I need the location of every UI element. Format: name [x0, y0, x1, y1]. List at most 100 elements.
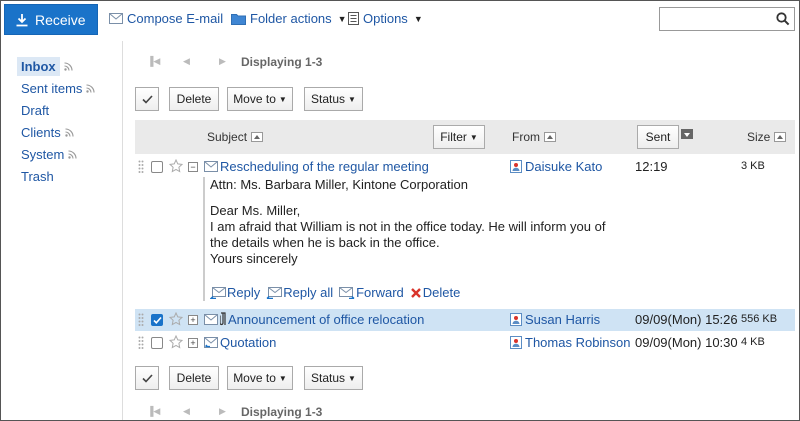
select-all-button[interactable] [135, 366, 159, 390]
forward-link[interactable]: Forward [339, 285, 404, 300]
reply-all-label[interactable]: Reply all [283, 285, 333, 300]
sort-asc-icon[interactable] [544, 132, 556, 142]
checkmark-icon [141, 94, 153, 104]
filter-button[interactable]: Filter ▼ [433, 125, 485, 149]
star-icon[interactable] [169, 312, 183, 326]
delete-x-icon [410, 287, 421, 298]
from-column-header[interactable]: From [512, 130, 556, 144]
table-row[interactable]: − Rescheduling of the regular meeting Da… [135, 156, 795, 178]
star-icon[interactable] [169, 335, 183, 349]
subject-column-header[interactable]: Subject [207, 130, 264, 144]
receive-button[interactable]: Receive [4, 4, 98, 35]
mail-sender[interactable]: Susan Harris [510, 312, 600, 327]
envelope-icon [204, 161, 218, 172]
sent-label: Sent [645, 130, 671, 144]
select-all-button[interactable] [135, 87, 159, 111]
delete-link[interactable]: Delete [410, 285, 461, 300]
reply-label[interactable]: Reply [227, 285, 260, 300]
sort-asc-icon[interactable] [774, 132, 787, 142]
move-to-button[interactable]: Move to ▼ [227, 87, 293, 111]
sent-sort-toggle[interactable] [681, 129, 693, 139]
collapse-toggle[interactable]: − [188, 162, 198, 172]
search-input[interactable] [660, 8, 772, 30]
pager-label: Displaying 1-3 [241, 55, 323, 69]
row-checkbox[interactable] [151, 337, 163, 349]
first-page-icon[interactable]: ▐◀ [147, 56, 183, 67]
status-button[interactable]: Status ▼ [304, 366, 363, 390]
chevron-down-icon: ▼ [348, 373, 356, 383]
mail-preview: Attn: Ms. Barbara Miller, Kintone Corpor… [203, 177, 605, 301]
mail-size: 556 KB [741, 313, 778, 325]
sidebar-item-trash[interactable]: Trash [21, 169, 54, 184]
sidebar-item-inbox[interactable]: Inbox [17, 57, 73, 76]
row-checkbox[interactable] [151, 314, 163, 326]
folder-sidebar: Inbox Sent items Draft Clients System Tr… [1, 41, 123, 420]
mail-size: 3 KB [741, 160, 765, 172]
search-icon[interactable] [776, 12, 790, 26]
reply-link[interactable]: Reply [210, 285, 260, 300]
sent-date: 09/09(Mon) 10:30 [635, 335, 738, 350]
sidebar-item-system[interactable]: System [21, 147, 77, 162]
expand-toggle[interactable]: + [188, 338, 198, 348]
drag-handle-icon[interactable] [138, 313, 144, 326]
top-toolbar: Receive Compose E-mail Folder actions ▼ … [1, 1, 799, 37]
delete-label: Delete [176, 371, 212, 385]
forward-icon [339, 286, 355, 299]
folder-actions-menu[interactable]: Folder actions ▼ [231, 11, 347, 26]
drag-handle-icon[interactable] [138, 336, 144, 349]
sidebar-item-clients[interactable]: Clients [21, 125, 74, 140]
compose-email-button[interactable]: Compose E-mail [109, 11, 223, 26]
drag-handle-icon[interactable] [138, 160, 144, 173]
forward-label[interactable]: Forward [356, 285, 404, 300]
sidebar-item-label: Clients [21, 125, 61, 140]
table-row[interactable]: + Announcement of office relocation Susa… [135, 309, 795, 331]
status-label: Status [311, 92, 346, 106]
move-to-button[interactable]: Move to ▼ [227, 366, 293, 390]
filter-label: Filter [440, 130, 467, 144]
preview-actions: Reply Reply all Forward Delete [210, 285, 460, 300]
sort-asc-icon[interactable] [251, 132, 264, 142]
prev-page-icon[interactable]: ◀ [183, 406, 219, 417]
sent-date: 12:19 [635, 159, 668, 174]
sidebar-item-label: Draft [21, 103, 50, 118]
size-column-header[interactable]: Size [747, 130, 787, 144]
mail-sender[interactable]: Thomas Robinson [510, 335, 631, 350]
reply-all-link[interactable]: Reply all [266, 285, 333, 300]
mail-subject-link[interactable]: Rescheduling of the regular meeting [220, 159, 429, 174]
sort-desc-icon[interactable] [681, 129, 693, 139]
expand-toggle[interactable]: + [188, 315, 198, 325]
delete-button[interactable]: Delete [169, 366, 219, 390]
preview-attn: Attn: Ms. Barbara Miller, Kintone Corpor… [210, 177, 468, 192]
preview-closing: Yours sincerely [210, 251, 298, 266]
delete-button[interactable]: Delete [169, 87, 219, 111]
pager-label: Displaying 1-3 [241, 405, 323, 419]
sidebar-item-draft[interactable]: Draft [21, 103, 49, 118]
table-row[interactable]: + Quotation Thomas Robinson 09/09(Mon) 1… [135, 332, 795, 354]
chevron-down-icon: ▼ [278, 94, 287, 104]
row-checkbox[interactable] [151, 161, 163, 173]
sender-name[interactable]: Daisuke Kato [525, 159, 602, 174]
options-menu[interactable]: Options ▼ [348, 11, 423, 26]
rss-icon [63, 62, 73, 71]
attachment-icon [220, 312, 226, 326]
size-header-label: Size [747, 130, 771, 144]
pager-bottom: ▐◀ ◀ ▶ [147, 406, 255, 417]
mail-subject-link[interactable]: Quotation [220, 335, 276, 350]
star-icon[interactable] [169, 159, 183, 173]
prev-page-icon[interactable]: ◀ [183, 56, 219, 67]
rss-icon [68, 150, 77, 159]
sender-name[interactable]: Susan Harris [525, 312, 600, 327]
sent-sort-button[interactable]: Sent [637, 125, 679, 149]
mail-sender[interactable]: Daisuke Kato [510, 159, 602, 174]
sidebar-item-sent-items[interactable]: Sent items [21, 81, 95, 96]
sender-name[interactable]: Thomas Robinson [525, 335, 631, 350]
download-icon [16, 13, 28, 26]
reply-all-icon [266, 286, 283, 299]
status-button[interactable]: Status ▼ [304, 87, 363, 111]
status-label: Status [311, 371, 346, 385]
first-page-icon[interactable]: ▐◀ [147, 406, 183, 417]
checkmark-icon [141, 373, 153, 383]
delete-label[interactable]: Delete [423, 285, 461, 300]
mail-subject-link[interactable]: Announcement of office relocation [228, 312, 424, 327]
envelope-icon [204, 314, 218, 325]
